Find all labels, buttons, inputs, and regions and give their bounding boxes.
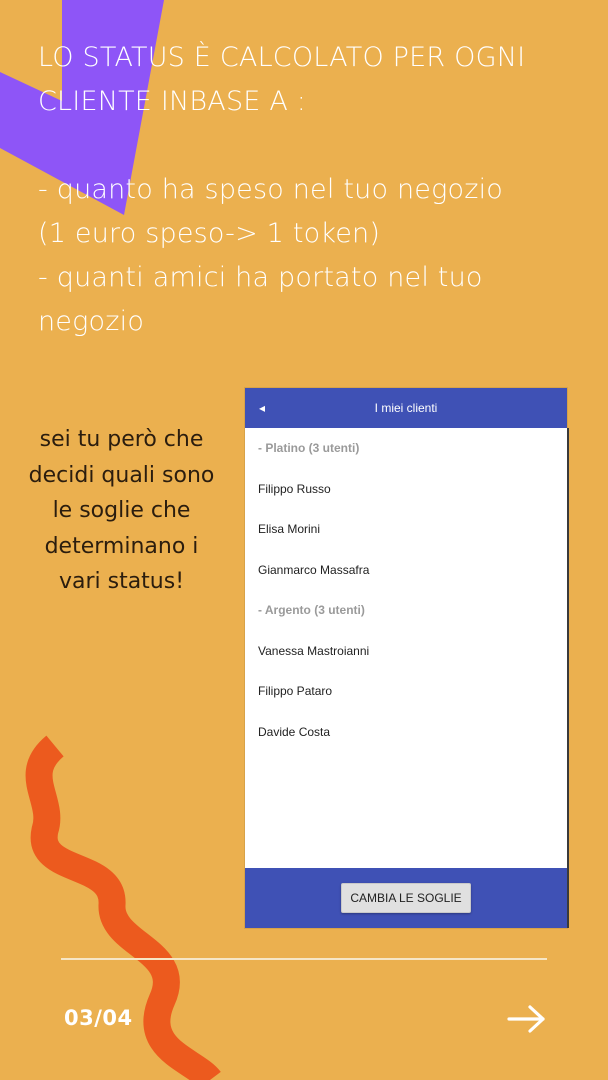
side-text-line: le soglie che xyxy=(52,498,191,523)
headline-line: LO STATUS È CALCOLATO PER OGNI xyxy=(38,42,526,73)
headline-line: - quanti amici ha portato nel tuo xyxy=(38,262,483,293)
headline-line: (1 euro speso-> 1 token) xyxy=(38,218,381,249)
list-item[interactable]: Elisa Morini xyxy=(245,509,567,550)
side-text-line: decidi quali sono xyxy=(28,462,215,488)
app-bar: ◂ I miei clienti xyxy=(245,388,567,428)
list-item[interactable]: Gianmarco Massafra xyxy=(245,550,567,591)
page-counter: 03/04 xyxy=(64,1006,133,1030)
group-header-argento[interactable]: - Argento (3 utenti) xyxy=(245,590,567,631)
headline-line: - quanto ha speso nel tuo negozio xyxy=(38,174,503,205)
change-thresholds-button[interactable]: CAMBIA LE SOGLIE xyxy=(341,883,471,913)
list-item[interactable]: Davide Costa xyxy=(245,712,567,753)
client-list: - Platino (3 utenti) Filippo Russo Elisa… xyxy=(245,428,567,752)
side-text: sei tu però che decidi quali sono le sog… xyxy=(14,422,229,600)
side-text-line: sei tu però che xyxy=(39,427,204,452)
list-item[interactable]: Vanessa Mastroianni xyxy=(245,631,567,672)
app-title: I miei clienti xyxy=(374,401,438,415)
list-item[interactable]: Filippo Pataro xyxy=(245,671,567,712)
side-text-line: vari status! xyxy=(58,569,185,594)
list-item[interactable]: Filippo Russo xyxy=(245,469,567,510)
side-text-line: determinano i xyxy=(44,533,199,559)
bottom-bar: CAMBIA LE SOGLIE xyxy=(245,868,567,928)
back-arrow-icon[interactable]: ◂ xyxy=(259,400,265,416)
headline: LO STATUS È CALCOLATO PER OGNI CLIENTE I… xyxy=(38,36,578,344)
headline-line: negozio xyxy=(38,306,145,337)
arrow-right-icon[interactable] xyxy=(506,1002,548,1036)
headline-line: CLIENTE INBASE A : xyxy=(38,86,307,117)
phone-screenshot: ◂ I miei clienti - Platino (3 utenti) Fi… xyxy=(245,388,569,928)
divider xyxy=(61,958,547,960)
group-header-platino[interactable]: - Platino (3 utenti) xyxy=(245,428,567,469)
